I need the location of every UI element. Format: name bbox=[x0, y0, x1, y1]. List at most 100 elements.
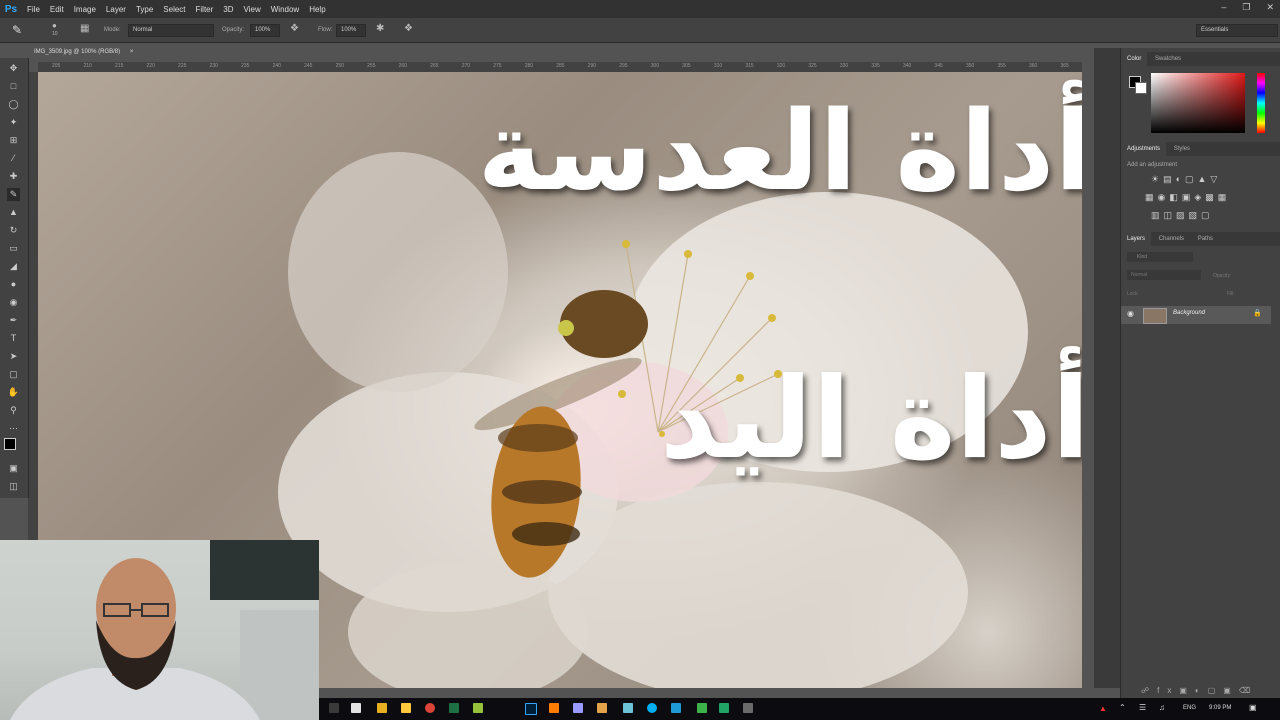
screen-mode-icon[interactable]: ◫ bbox=[7, 480, 20, 493]
quick-mask-icon[interactable]: ▣ bbox=[7, 462, 20, 475]
eraser-tool-icon[interactable]: ▭ bbox=[7, 242, 20, 255]
document-tab[interactable]: IMG_3509.jpg @ 100% (RGB/8) × bbox=[28, 45, 164, 60]
adjustments-panel-tabs: Adjustments Styles bbox=[1121, 142, 1280, 156]
ruler-tick-label: 220 bbox=[146, 63, 155, 69]
menu-layer[interactable]: Layer bbox=[101, 5, 131, 14]
opacity-input[interactable]: 100% bbox=[250, 24, 280, 37]
app-green-icon[interactable] bbox=[473, 703, 483, 713]
ruler-tick-label: 340 bbox=[902, 63, 912, 69]
visibility-eye-icon[interactable]: ◉ bbox=[1127, 309, 1134, 318]
zoom-tool-icon[interactable]: ⚲ bbox=[7, 404, 20, 417]
blur-tool-icon[interactable]: ● bbox=[7, 278, 20, 291]
rectangle-tool-icon[interactable]: ▢ bbox=[7, 368, 20, 381]
marquee-tool-icon[interactable]: □ bbox=[7, 80, 20, 93]
mail-icon[interactable] bbox=[351, 703, 361, 713]
adjustment-icons-row-3[interactable]: ▥◫▨▧▢ bbox=[1151, 210, 1214, 221]
workspace-select[interactable]: Essentials bbox=[1196, 24, 1278, 37]
app-yellow-icon[interactable] bbox=[377, 703, 387, 713]
hue-slider[interactable] bbox=[1257, 73, 1265, 133]
volume-icon[interactable]: ♫ bbox=[1159, 703, 1165, 712]
brush-panel-icon[interactable]: ▦ bbox=[80, 23, 89, 34]
app-blue-icon[interactable] bbox=[671, 703, 681, 713]
layers-footer-icons[interactable]: ☍fx▣◐▢▣⌫ bbox=[1141, 686, 1258, 695]
ruler-tick-label: 260 bbox=[398, 63, 407, 69]
illustrator-icon[interactable] bbox=[549, 703, 559, 713]
layer-kind-filter[interactable]: Kind bbox=[1127, 252, 1193, 262]
layer-row-background[interactable]: ◉ Background 🔒 bbox=[1121, 306, 1271, 324]
dodge-tool-icon[interactable]: ◉ bbox=[7, 296, 20, 309]
tab-layers[interactable]: Layers bbox=[1121, 232, 1152, 246]
crop-tool-icon[interactable]: ⊞ bbox=[7, 134, 20, 147]
healing-tool-icon[interactable]: ✚ bbox=[7, 170, 20, 183]
opacity-label: Opacity: bbox=[222, 27, 245, 33]
close-tab-icon[interactable]: × bbox=[130, 49, 134, 55]
app-green2-icon[interactable] bbox=[697, 703, 707, 713]
move-tool-icon[interactable]: ✥ bbox=[7, 62, 20, 75]
network-icon[interactable]: ☰ bbox=[1139, 703, 1146, 712]
notifications-icon[interactable]: ▣ bbox=[1249, 703, 1257, 712]
restore-icon[interactable]: ❐ bbox=[1242, 2, 1250, 13]
ruler-tick-label: 265 bbox=[430, 63, 439, 69]
tab-styles[interactable]: Styles bbox=[1168, 142, 1196, 156]
skype-icon[interactable] bbox=[647, 703, 657, 713]
menu-window[interactable]: Window bbox=[266, 5, 304, 14]
menu-help[interactable]: Help bbox=[304, 5, 330, 14]
hand-tool-icon[interactable]: ✋ bbox=[7, 386, 20, 399]
menu-view[interactable]: View bbox=[239, 5, 266, 14]
pressure-opacity-icon[interactable]: ❖ bbox=[290, 23, 299, 34]
app-gray-icon[interactable] bbox=[743, 703, 753, 713]
tab-adjustments[interactable]: Adjustments bbox=[1121, 142, 1167, 156]
menu-filter[interactable]: Filter bbox=[191, 5, 219, 14]
color-picker-field[interactable] bbox=[1151, 73, 1245, 133]
language-indicator[interactable]: ENG bbox=[1183, 705, 1196, 711]
adjustment-icons-row-2[interactable]: ▦◉◧▣◈▩▦ bbox=[1145, 192, 1230, 203]
more-tools-icon[interactable]: ⋯ bbox=[7, 422, 20, 435]
tab-paths[interactable]: Paths bbox=[1192, 232, 1219, 246]
stamp-tool-icon[interactable]: ▲ bbox=[7, 206, 20, 219]
airbrush-icon[interactable]: ✱ bbox=[376, 23, 384, 34]
menu-3d[interactable]: 3D bbox=[218, 5, 238, 14]
close-icon[interactable]: ✕ bbox=[1266, 2, 1274, 13]
color-background-swatch[interactable] bbox=[1135, 82, 1147, 94]
menu-type[interactable]: Type bbox=[131, 5, 158, 14]
app-cyan-icon[interactable] bbox=[623, 703, 633, 713]
pen-tool-icon[interactable]: ✒ bbox=[7, 314, 20, 327]
menu-select[interactable]: Select bbox=[158, 5, 190, 14]
history-brush-tool-icon[interactable]: ↻ bbox=[7, 224, 20, 237]
mode-select[interactable]: Normal bbox=[128, 24, 214, 37]
ruler-tick-label: 315 bbox=[745, 63, 754, 69]
bridge-icon[interactable] bbox=[597, 703, 607, 713]
minimize-icon[interactable]: – bbox=[1221, 2, 1226, 13]
ruler-tick-label: 355 bbox=[997, 63, 1006, 69]
lasso-tool-icon[interactable]: ◯ bbox=[7, 98, 20, 111]
file-explorer-icon[interactable] bbox=[401, 703, 411, 713]
tray-alert-icon[interactable]: ▲ bbox=[1099, 704, 1107, 713]
pressure-size-icon[interactable]: ❖ bbox=[404, 23, 413, 34]
tray-chevron-icon[interactable]: ⌃ bbox=[1119, 703, 1126, 712]
camtasia-icon[interactable] bbox=[719, 703, 729, 713]
tab-channels[interactable]: Channels bbox=[1153, 232, 1190, 246]
clock[interactable]: 9:09 PM bbox=[1209, 705, 1231, 711]
excel-icon[interactable] bbox=[449, 703, 459, 713]
tab-swatches[interactable]: Swatches bbox=[1149, 52, 1187, 66]
magic-wand-tool-icon[interactable]: ✦ bbox=[7, 116, 20, 129]
brush-preset-icon[interactable]: ● bbox=[52, 21, 57, 30]
premiere-icon[interactable] bbox=[573, 703, 583, 713]
path-selection-tool-icon[interactable]: ➤ bbox=[7, 350, 20, 363]
photoshop-taskbar-icon[interactable] bbox=[525, 703, 537, 715]
menu-file[interactable]: File bbox=[22, 5, 45, 14]
tab-color[interactable]: Color bbox=[1121, 52, 1148, 66]
brush-tool-icon[interactable]: ✎ bbox=[7, 188, 20, 201]
brush-tool-icon[interactable]: ✎ bbox=[12, 23, 22, 37]
chrome-icon[interactable] bbox=[425, 703, 435, 713]
flow-input[interactable]: 100% bbox=[336, 24, 366, 37]
type-tool-icon[interactable]: T bbox=[7, 332, 20, 345]
layer-blend-mode[interactable]: Normal bbox=[1127, 270, 1201, 280]
foreground-color-swatch[interactable] bbox=[4, 438, 16, 450]
menu-image[interactable]: Image bbox=[69, 5, 101, 14]
task-view-icon[interactable] bbox=[329, 703, 339, 713]
eyedropper-tool-icon[interactable]: ⁄ bbox=[7, 152, 20, 165]
gradient-tool-icon[interactable]: ◢ bbox=[7, 260, 20, 273]
menu-edit[interactable]: Edit bbox=[45, 5, 69, 14]
adjustment-icons-row-1[interactable]: ☀▤◐▢▲▽ bbox=[1151, 174, 1221, 185]
